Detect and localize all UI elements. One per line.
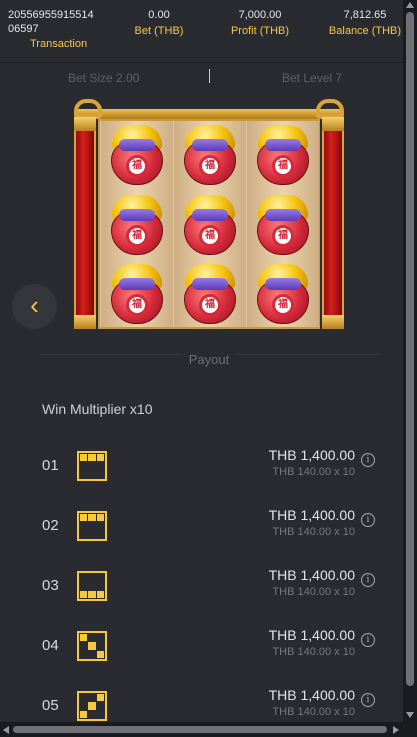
red-pillar-right [322, 117, 344, 329]
line-number: 03 [42, 577, 59, 594]
chevron-left-icon: ‹ [30, 290, 39, 320]
payout-line-row: 01 THB 1,400.00 THB 140.00 x 10 i [0, 437, 403, 497]
fortune-bag-icon: 福 [253, 195, 313, 257]
balance-column: 7,812.65 Balance (THB) [320, 8, 410, 38]
frame-ornament-right [316, 99, 344, 119]
payline-pattern-icon [77, 451, 107, 481]
scroll-right-icon[interactable] [393, 726, 399, 734]
transaction-value: 2055695591551406597 [8, 9, 94, 35]
bet-info-row: Bet Size 2.00 Bet Level 7 [0, 69, 403, 87]
scrollbar-corner [403, 722, 417, 737]
payout-calculation: THB 140.00 x 10 [272, 706, 355, 718]
fortune-bag-icon: 福 [180, 264, 240, 326]
profit-value: 7,000.00 [238, 9, 282, 21]
payout-calculation: THB 140.00 x 10 [272, 466, 355, 478]
balance-label: Balance (THB) [328, 25, 402, 37]
game-history-detail: 2055695591551406597 Transaction 0.00 Bet… [0, 0, 417, 737]
bet-column: 0.00 Bet (THB) [118, 8, 200, 38]
profit-column: 7,000.00 Profit (THB) [222, 8, 298, 38]
scroll-left-icon[interactable] [3, 726, 9, 734]
reel-column: 福福福 [247, 121, 319, 327]
payout-amount: THB 1,400.00 [268, 627, 355, 643]
info-icon[interactable]: i [361, 693, 375, 707]
bet-info-divider [209, 69, 210, 83]
info-icon[interactable]: i [361, 573, 375, 587]
detail-panel: Bet Size 2.00 Bet Level 7 福福福 福福福 福福福 ‹ … [0, 62, 403, 722]
fortune-bag-icon: 福 [107, 195, 167, 257]
info-icon[interactable]: i [361, 633, 375, 647]
line-number: 05 [42, 697, 59, 714]
payout-amount: THB 1,400.00 [268, 687, 355, 703]
bet-size: Bet Size 2.00 [68, 71, 140, 85]
payout-title-text: Payout [180, 352, 238, 367]
frame-top-bar [76, 109, 342, 119]
payline-pattern-icon [77, 691, 107, 721]
line-number: 04 [42, 637, 59, 654]
fortune-bag-icon: 福 [107, 125, 167, 187]
frame-ornament-left [74, 99, 102, 119]
previous-button[interactable]: ‹ [12, 284, 57, 329]
line-number: 02 [42, 517, 59, 534]
scroll-up-icon[interactable] [406, 2, 414, 8]
bet-label: Bet (THB) [134, 25, 184, 37]
fortune-bag-icon: 福 [180, 125, 240, 187]
payline-pattern-icon [77, 631, 107, 661]
payout-line-row: 03 THB 1,400.00 THB 140.00 x 10 i [0, 557, 403, 617]
info-icon[interactable]: i [361, 453, 375, 467]
vertical-scroll-thumb[interactable] [406, 12, 414, 686]
payline-pattern-icon [77, 571, 107, 601]
transaction-label: Transaction [30, 38, 88, 50]
scroll-down-icon[interactable] [406, 712, 414, 718]
bet-value: 0.00 [148, 9, 170, 21]
reel-grid: 福福福 福福福 福福福 [98, 119, 320, 329]
payout-line-row: 02 THB 1,400.00 THB 140.00 x 10 i [0, 497, 403, 557]
horizontal-scroll-thumb[interactable] [13, 726, 387, 733]
profit-label: Profit (THB) [230, 25, 290, 37]
payout-title: Payout [0, 352, 417, 367]
reel-column: 福福福 [174, 121, 246, 327]
info-icon[interactable]: i [361, 513, 375, 527]
summary-bar: 2055695591551406597 Transaction 0.00 Bet… [0, 0, 417, 62]
line-number: 01 [42, 457, 59, 474]
transaction-column: 2055695591551406597 Transaction [8, 8, 98, 51]
payout-amount: THB 1,400.00 [268, 447, 355, 463]
balance-value: 7,812.65 [343, 9, 387, 21]
win-multiplier: Win Multiplier x10 [42, 401, 153, 417]
payout-calculation: THB 140.00 x 10 [272, 526, 355, 538]
slot-machine-frame: 福福福 福福福 福福福 [74, 99, 344, 329]
horizontal-scrollbar[interactable] [0, 722, 403, 737]
vertical-scrollbar[interactable] [403, 0, 417, 722]
payout-line-row: 04 THB 1,400.00 THB 140.00 x 10 i [0, 617, 403, 677]
fortune-bag-icon: 福 [107, 264, 167, 326]
fortune-bag-icon: 福 [253, 125, 313, 187]
payout-amount: THB 1,400.00 [268, 507, 355, 523]
reel-column: 福福福 [101, 121, 173, 327]
red-pillar-left [74, 117, 96, 329]
fortune-bag-icon: 福 [253, 264, 313, 326]
payout-calculation: THB 140.00 x 10 [272, 646, 355, 658]
bet-level: Bet Level 7 [282, 71, 343, 85]
payout-calculation: THB 140.00 x 10 [272, 586, 355, 598]
payline-pattern-icon [77, 511, 107, 541]
fortune-bag-icon: 福 [180, 195, 240, 257]
payout-amount: THB 1,400.00 [268, 567, 355, 583]
